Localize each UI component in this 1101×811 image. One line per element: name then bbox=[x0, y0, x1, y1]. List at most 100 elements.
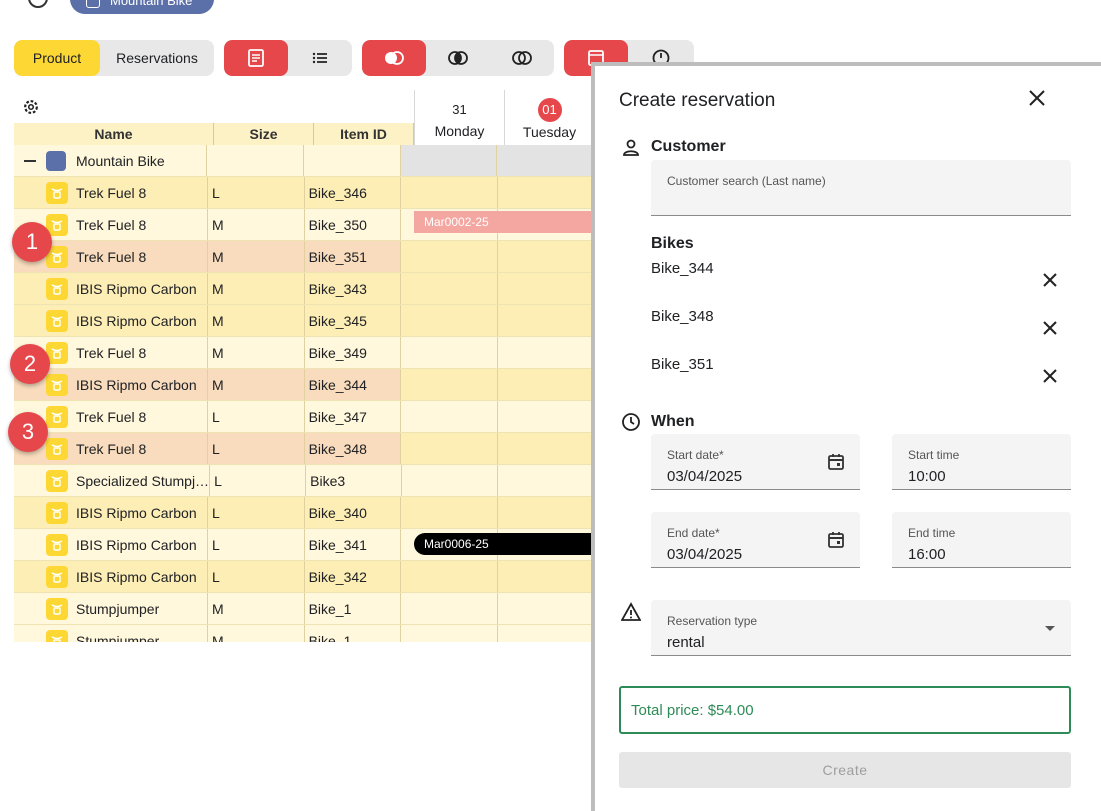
group-row[interactable]: Mountain Bike bbox=[14, 145, 594, 177]
day-cell[interactable] bbox=[497, 401, 594, 432]
bike-icon bbox=[46, 629, 68, 642]
day-cell[interactable] bbox=[401, 593, 498, 624]
overlap-none-button[interactable] bbox=[490, 40, 554, 76]
table-row[interactable]: IBIS Ripmo Carbon M Bike_344 bbox=[14, 369, 594, 401]
header-size[interactable]: Size bbox=[214, 123, 314, 145]
day-cell[interactable] bbox=[401, 273, 498, 304]
day-cell[interactable] bbox=[401, 401, 498, 432]
day-cell[interactable] bbox=[497, 497, 594, 528]
close-icon[interactable] bbox=[1025, 86, 1049, 110]
item-id: Bike_1 bbox=[305, 625, 402, 642]
day-cell[interactable] bbox=[401, 241, 498, 272]
customer-search-input[interactable] bbox=[667, 194, 1047, 211]
reservation-type-value[interactable]: rental bbox=[667, 634, 705, 651]
day-cell[interactable] bbox=[497, 433, 594, 464]
item-id: Bike_1 bbox=[305, 593, 402, 624]
day-cell[interactable] bbox=[401, 433, 498, 464]
day-cell[interactable] bbox=[497, 241, 594, 272]
reservation-type-label: Reservation type bbox=[667, 614, 758, 628]
item-id: Bike_340 bbox=[305, 497, 402, 528]
chevron-down-icon[interactable] bbox=[1045, 626, 1055, 631]
card-view-button[interactable] bbox=[224, 40, 288, 76]
overlap-partial-button[interactable] bbox=[426, 40, 490, 76]
product-tab[interactable]: Product bbox=[14, 40, 100, 76]
end-date-label: End date* bbox=[667, 526, 720, 540]
bike-group-icon bbox=[46, 150, 66, 171]
day-cell[interactable] bbox=[497, 369, 594, 400]
end-time-field[interactable]: End time 16:00 bbox=[892, 512, 1071, 568]
reservation-bar[interactable]: Mar0006-25 bbox=[414, 533, 594, 555]
start-date-field[interactable]: Start date* 03/04/2025 bbox=[651, 434, 860, 490]
total-price: Total price: $54.00 bbox=[619, 686, 1071, 734]
item-id: Bike_351 bbox=[305, 241, 402, 272]
day-cell[interactable] bbox=[401, 497, 498, 528]
reservations-tab[interactable]: Reservations bbox=[100, 40, 214, 76]
day-cell[interactable] bbox=[401, 337, 498, 368]
table-row[interactable]: Stumpjumper M Bike_1 bbox=[14, 625, 594, 642]
day-cell[interactable] bbox=[497, 177, 594, 208]
calendar-icon[interactable] bbox=[826, 530, 846, 550]
table-row[interactable]: IBIS Ripmo Carbon L Bike_342 bbox=[14, 561, 594, 593]
item-id: Bike_350 bbox=[305, 209, 402, 240]
end-date-field[interactable]: End date* 03/04/2025 bbox=[651, 512, 860, 568]
table-row[interactable]: IBIS Ripmo Carbon L Bike_340 bbox=[14, 497, 594, 529]
grid-header: Name Size Item ID bbox=[14, 123, 414, 145]
gear-icon[interactable] bbox=[22, 98, 40, 116]
create-button[interactable]: Create bbox=[619, 752, 1071, 788]
item-name: Trek Fuel 8 bbox=[76, 184, 147, 201]
list-view-button[interactable] bbox=[288, 40, 352, 76]
item-size: L bbox=[208, 561, 305, 592]
day-cell[interactable] bbox=[497, 593, 594, 624]
item-id: Bike3 bbox=[306, 465, 403, 496]
day-cell[interactable] bbox=[497, 625, 594, 642]
category-chip-label: Mountain Bike bbox=[110, 0, 193, 8]
day-cell[interactable] bbox=[401, 625, 498, 642]
reservation-bar[interactable]: Mar0002-25 bbox=[414, 211, 594, 233]
table-row[interactable]: Specialized Stumpj… L Bike3 bbox=[14, 465, 594, 497]
overlap-full-icon bbox=[385, 51, 404, 65]
header-item-id[interactable]: Item ID bbox=[314, 123, 414, 145]
start-time-field[interactable]: Start time 10:00 bbox=[892, 434, 1071, 490]
day-cell[interactable] bbox=[497, 305, 594, 336]
back-icon[interactable] bbox=[28, 0, 48, 8]
when-section-label: When bbox=[651, 413, 695, 430]
bike-icon bbox=[46, 277, 68, 300]
table-row[interactable]: IBIS Ripmo Carbon M Bike_343 bbox=[14, 273, 594, 305]
day-cell[interactable] bbox=[401, 369, 498, 400]
table-row[interactable]: IBIS Ripmo Carbon M Bike_345 bbox=[14, 305, 594, 337]
day-cell[interactable] bbox=[401, 177, 498, 208]
table-row[interactable]: Stumpjumper M Bike_1 bbox=[14, 593, 594, 625]
day-cell[interactable] bbox=[402, 465, 499, 496]
calendar-icon[interactable] bbox=[826, 452, 846, 472]
table-row[interactable]: Trek Fuel 8 L Bike_347 bbox=[14, 401, 594, 433]
day-cell[interactable] bbox=[497, 273, 594, 304]
table-row[interactable]: Trek Fuel 8 L Bike_348 bbox=[14, 433, 594, 465]
day-cell[interactable] bbox=[497, 561, 594, 592]
remove-bike-icon[interactable] bbox=[1041, 319, 1059, 337]
customer-search-field[interactable]: Customer search (Last name) bbox=[651, 160, 1071, 216]
day-cell[interactable] bbox=[401, 561, 498, 592]
category-chip[interactable]: Mountain Bike bbox=[70, 0, 214, 14]
item-size: L bbox=[208, 177, 305, 208]
end-date-value[interactable]: 03/04/2025 bbox=[667, 546, 742, 563]
layout-toggle bbox=[224, 40, 352, 76]
table-row[interactable]: Trek Fuel 8 M Bike_351 bbox=[14, 241, 594, 273]
day-cell[interactable] bbox=[401, 305, 498, 336]
end-time-value[interactable]: 16:00 bbox=[908, 546, 946, 563]
item-name: Trek Fuel 8 bbox=[76, 248, 147, 265]
overlap-full-button[interactable] bbox=[362, 40, 426, 76]
remove-bike-icon[interactable] bbox=[1041, 367, 1059, 385]
item-size: M bbox=[208, 593, 305, 624]
day-cell[interactable] bbox=[497, 337, 594, 368]
table-row[interactable]: Trek Fuel 8 L Bike_346 bbox=[14, 177, 594, 209]
reservation-type-select[interactable]: Reservation type rental bbox=[651, 600, 1071, 656]
dialog-title: Create reservation bbox=[619, 90, 776, 111]
day-cell[interactable] bbox=[498, 465, 594, 496]
table-row[interactable]: Trek Fuel 8 M Bike_349 bbox=[14, 337, 594, 369]
header-name[interactable]: Name bbox=[14, 123, 214, 145]
start-date-value[interactable]: 03/04/2025 bbox=[667, 468, 742, 485]
selected-bike-item: Bike_344 bbox=[651, 260, 714, 277]
remove-bike-icon[interactable] bbox=[1041, 271, 1059, 289]
start-time-value[interactable]: 10:00 bbox=[908, 468, 946, 485]
collapse-icon[interactable] bbox=[24, 159, 36, 162]
